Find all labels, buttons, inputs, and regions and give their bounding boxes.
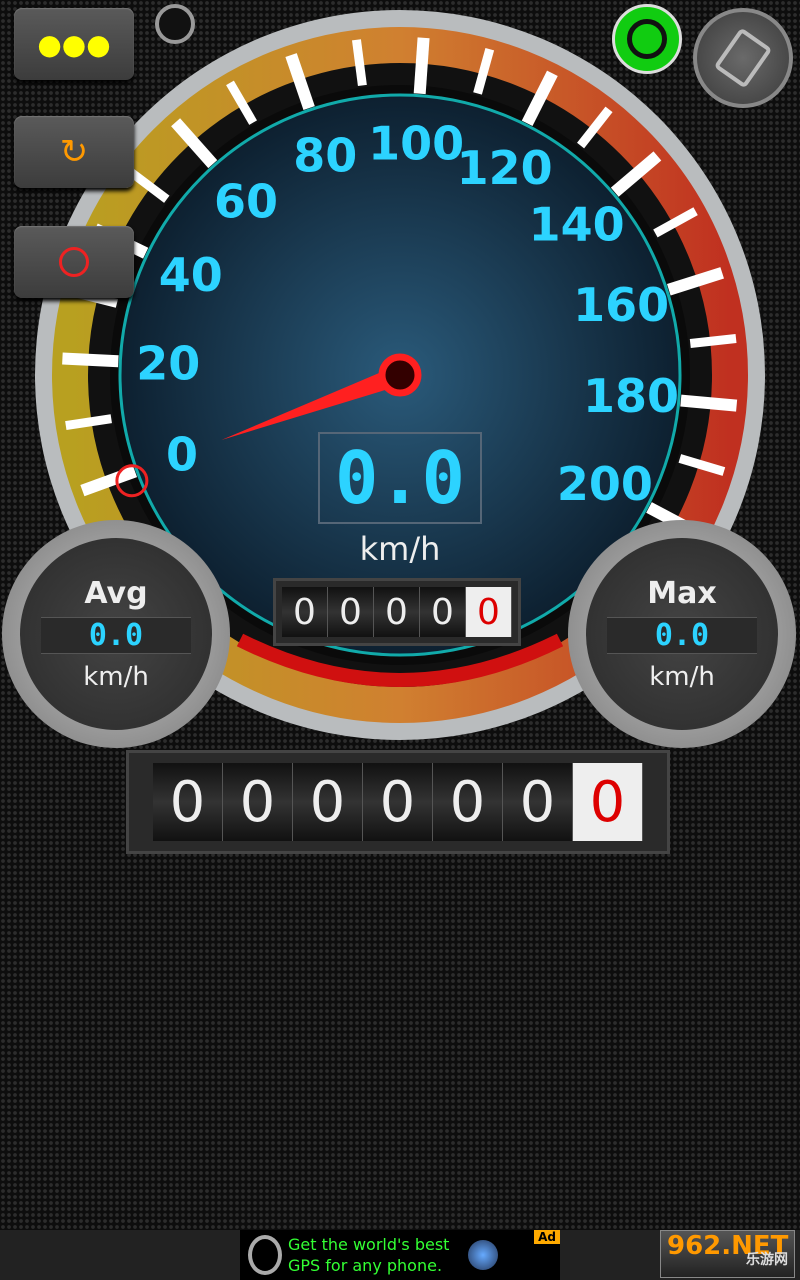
gauge-label: 60 (214, 175, 278, 229)
gauge-label: 20 (136, 337, 200, 391)
camera-icon[interactable] (155, 4, 195, 44)
max-unit: km/h (649, 662, 715, 692)
odometer-digit: 0 (433, 763, 503, 841)
odometer-digit: 0 (282, 587, 328, 637)
avg-gauge: Avg 0.0 km/h (2, 520, 230, 748)
gauge-label: 180 (583, 369, 679, 423)
odometer-digit: 0 (223, 763, 293, 841)
earth-icon (468, 1240, 498, 1270)
rotate-screen-icon (713, 27, 773, 89)
gauge-label: 80 (293, 128, 357, 182)
menu-button[interactable]: ●●● (14, 8, 134, 80)
gauge-label: 160 (573, 278, 669, 332)
gauge-label: 100 (368, 117, 464, 171)
ad-line1: Get the world's best (288, 1235, 450, 1254)
avg-unit: km/h (83, 662, 149, 692)
gauge-tick (413, 37, 430, 95)
odometer-digit: 0 (466, 587, 512, 637)
odometer-digit: 0 (293, 763, 363, 841)
max-gauge: Max 0.0 km/h (568, 520, 796, 748)
gauge-label: 120 (457, 141, 553, 195)
needle-hub (378, 353, 422, 397)
odometer-digit: 0 (503, 763, 573, 841)
odometer-digit: 0 (374, 587, 420, 637)
trip-odometer: 00000 (273, 578, 521, 646)
watermark-logo: 962.NET 乐游网 (660, 1230, 795, 1278)
compass-icon (248, 1235, 282, 1275)
ad-banner[interactable]: Get the world's best GPS for any phone. A… (240, 1230, 560, 1280)
max-title: Max (647, 576, 717, 611)
avg-title: Avg (84, 576, 148, 611)
more-dots-icon: ●●● (37, 27, 111, 61)
reset-button[interactable]: ↻ (14, 116, 134, 188)
odometer: 0000000 (126, 750, 670, 854)
record-circle-icon (59, 247, 89, 277)
gauge-tick (352, 39, 367, 87)
gauge-label: 40 (159, 248, 223, 302)
gauge-tick (680, 394, 738, 412)
gauge-label: 200 (557, 457, 653, 511)
gauge-tick (689, 334, 737, 348)
max-value: 0.0 (607, 617, 757, 654)
ad-tag: Ad (534, 1230, 560, 1244)
gauge-label: 0 (166, 427, 198, 481)
odometer-digit: 0 (153, 763, 223, 841)
ad-line2: GPS for any phone. (288, 1256, 443, 1275)
gauge-tick (62, 352, 119, 368)
speed-readout: 0.0 (318, 432, 482, 524)
rotate-screen-button[interactable] (693, 8, 793, 108)
odometer-digit: 0 (573, 763, 643, 841)
gauge-label: 140 (529, 198, 625, 252)
gps-satellite-icon[interactable] (612, 4, 682, 74)
odometer-digit: 0 (363, 763, 433, 841)
odometer-digit: 0 (328, 587, 374, 637)
record-button[interactable] (14, 226, 134, 298)
avg-value: 0.0 (41, 617, 191, 654)
odometer-digit: 0 (420, 587, 466, 637)
refresh-icon: ↻ (59, 132, 89, 172)
